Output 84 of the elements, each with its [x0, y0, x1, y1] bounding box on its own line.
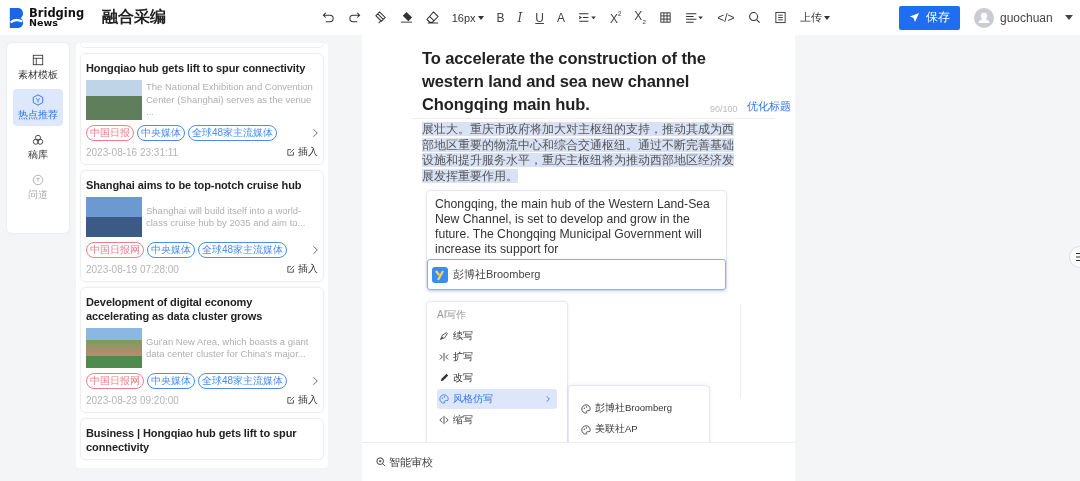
selected-text[interactable]: 展壮大。重庆市政府将加大对主枢纽的支持，推动其成为西部地区重要的物流中心和综合交通枢纽。通过不断完善基础设施和提升服务水平，重庆主枢纽将为推动西部地区经济发展发挥重要作用。: [422, 122, 734, 184]
style-field[interactable]: 彭博社Broomberg: [427, 259, 726, 290]
app-logo-icon: [432, 266, 448, 283]
palette-icon: [581, 424, 591, 435]
palette-icon: [439, 394, 449, 404]
chevron-right-icon[interactable]: [312, 376, 318, 386]
toolbar-format-button[interactable]: X$^{²}$: [609, 9, 622, 26]
toolbar-format-button[interactable]: X$_{₂}$: [634, 9, 647, 26]
submenu-item[interactable]: 美联社AP: [581, 419, 709, 440]
nav-item[interactable]: 热点推荐: [13, 89, 63, 126]
nav-item[interactable]: 素材模板: [13, 49, 63, 86]
toolbar-format-button[interactable]: A: [556, 10, 565, 25]
eraser-icon[interactable]: [425, 11, 439, 24]
insert-button[interactable]: 插入: [287, 145, 318, 159]
news-title: Development of digital economy accelerating as data cluster grows: [86, 295, 264, 323]
document-icon[interactable]: [773, 11, 787, 24]
proofread-button[interactable]: 智能审校: [376, 454, 433, 470]
shrink-icon: [439, 415, 449, 425]
menu-item[interactable]: 改写: [437, 368, 557, 388]
circles-icon: [32, 133, 44, 146]
article-title[interactable]: To accelerate the construction of the western land and sea new channel Chongqing main hub.: [422, 47, 710, 116]
photo-placeholder: [86, 80, 142, 120]
search-icon: [376, 457, 386, 467]
photo-placeholder: [86, 197, 142, 237]
photo-placeholder: [86, 328, 142, 368]
send-icon: [909, 12, 920, 23]
optimize-title-link[interactable]: 优化标题: [746, 100, 791, 114]
nav-item[interactable]: 稿库: [13, 129, 63, 166]
news-title: Shanghai aims to be top-notch cruise hub: [86, 178, 303, 192]
ai-result-text: Chongqing, the main hub of the Western Land-Sea New Channel, is set to develop and grow in the future. The Chongqing Municipal Government will increase its support for: [434, 196, 711, 255]
news-summary: Gui'an New Area, which boasts a giant data center cluster for China's major...: [146, 335, 310, 361]
logo-wordmark-sub: News: [29, 17, 58, 28]
toolbar-dropdown[interactable]: 16px: [451, 11, 484, 24]
align-icon[interactable]: [685, 11, 705, 24]
hexagon-icon: [32, 93, 44, 106]
toolbar-format-button[interactable]: U: [535, 10, 544, 25]
news-date: 2023-08-19 07:28:00: [86, 263, 179, 275]
news-title: Hongqiao hub gets lift to spur connectivity: [86, 61, 307, 75]
toolbar-format-button[interactable]: I: [517, 10, 523, 25]
insert-button[interactable]: 插入: [287, 393, 318, 407]
news-date: 2023-08-23 09:20:00: [86, 394, 179, 406]
submenu-item[interactable]: 彭博社Broomberg: [581, 398, 709, 419]
news-card[interactable]: Hongqiao hub gets lift to spur connectivity The National Exhibition and Convention Center (Shanghai) serves as the venue ... 中国日报 中央媒体 全球48家主流媒体 2023-08-16 23:31:11 插入: [80, 53, 324, 165]
fill-icon[interactable]: [399, 11, 413, 24]
chevron-right-icon: [545, 395, 551, 403]
menu-item[interactable]: 风格仿写: [437, 389, 557, 409]
expand-icon: [439, 352, 449, 362]
edit-icon: [287, 396, 295, 404]
search-icon[interactable]: [747, 11, 761, 24]
line-height-icon[interactable]: [577, 11, 597, 24]
pencil-icon: [439, 373, 449, 383]
pen-nib-icon: [439, 331, 449, 341]
logo-icon: [8, 6, 26, 29]
news-title: Business | Hongqiao hub gets lift to spur connectivity: [86, 426, 298, 454]
news-summary: The National Exhibition and Convention Center (Shanghai) serves as the venue ...: [146, 81, 314, 119]
menu-item[interactable]: 缩写: [437, 410, 557, 430]
save-button[interactable]: 保存: [899, 5, 960, 30]
chevron-right-icon[interactable]: [312, 245, 318, 255]
app-title: 融合采编: [102, 7, 167, 27]
logo-wordmark: Bridging: [29, 7, 85, 18]
menu-item[interactable]: 扩写: [437, 347, 557, 367]
table-icon[interactable]: [659, 11, 673, 24]
menu-item[interactable]: 续写: [437, 326, 557, 346]
news-date: 2023-08-16 23:31:11: [86, 146, 179, 158]
toolbar-dropdown[interactable]: 上传: [799, 10, 830, 25]
palette-icon: [581, 403, 591, 414]
edit-icon: [287, 265, 295, 273]
chevron-right-icon[interactable]: [312, 128, 318, 138]
undo-icon[interactable]: [321, 11, 335, 24]
edit-icon: [287, 148, 295, 156]
news-summary: Shanghai will build itself into a world-class cruise hub by 2035 and aim to...: [146, 204, 307, 230]
toolbar-format-button[interactable]: </>: [717, 10, 735, 25]
character-count: 90/100: [710, 104, 738, 114]
template-icon: [32, 53, 44, 66]
toolbar-format-button[interactable]: B: [496, 10, 505, 25]
user-name[interactable]: guochuan: [1000, 10, 1053, 25]
format-painter-icon[interactable]: [373, 11, 387, 24]
news-card[interactable]: Business | Hongqiao hub gets lift to spur connectivity: [80, 418, 324, 460]
news-card[interactable]: Shanghai aims to be top-notch cruise hub Shanghai will build itself into a world-class cruise hub by 2035 and aim to... 中国日报网 中央媒体 全球48家主流媒体 2023-08-19 07:28:00 插入: [80, 170, 324, 282]
question-icon: [32, 173, 44, 186]
insert-button[interactable]: 插入: [287, 262, 318, 276]
redo-icon[interactable]: [347, 11, 361, 24]
news-card[interactable]: Development of digital economy accelerating as data cluster grows Gui'an New Area, which boasts a giant data center cluster for China's major... 中国日报网 中央媒体 全球48家主流媒体 2023-08-23 09:20:00 插入: [80, 287, 324, 413]
menu-heading: AI写作: [437, 308, 468, 322]
